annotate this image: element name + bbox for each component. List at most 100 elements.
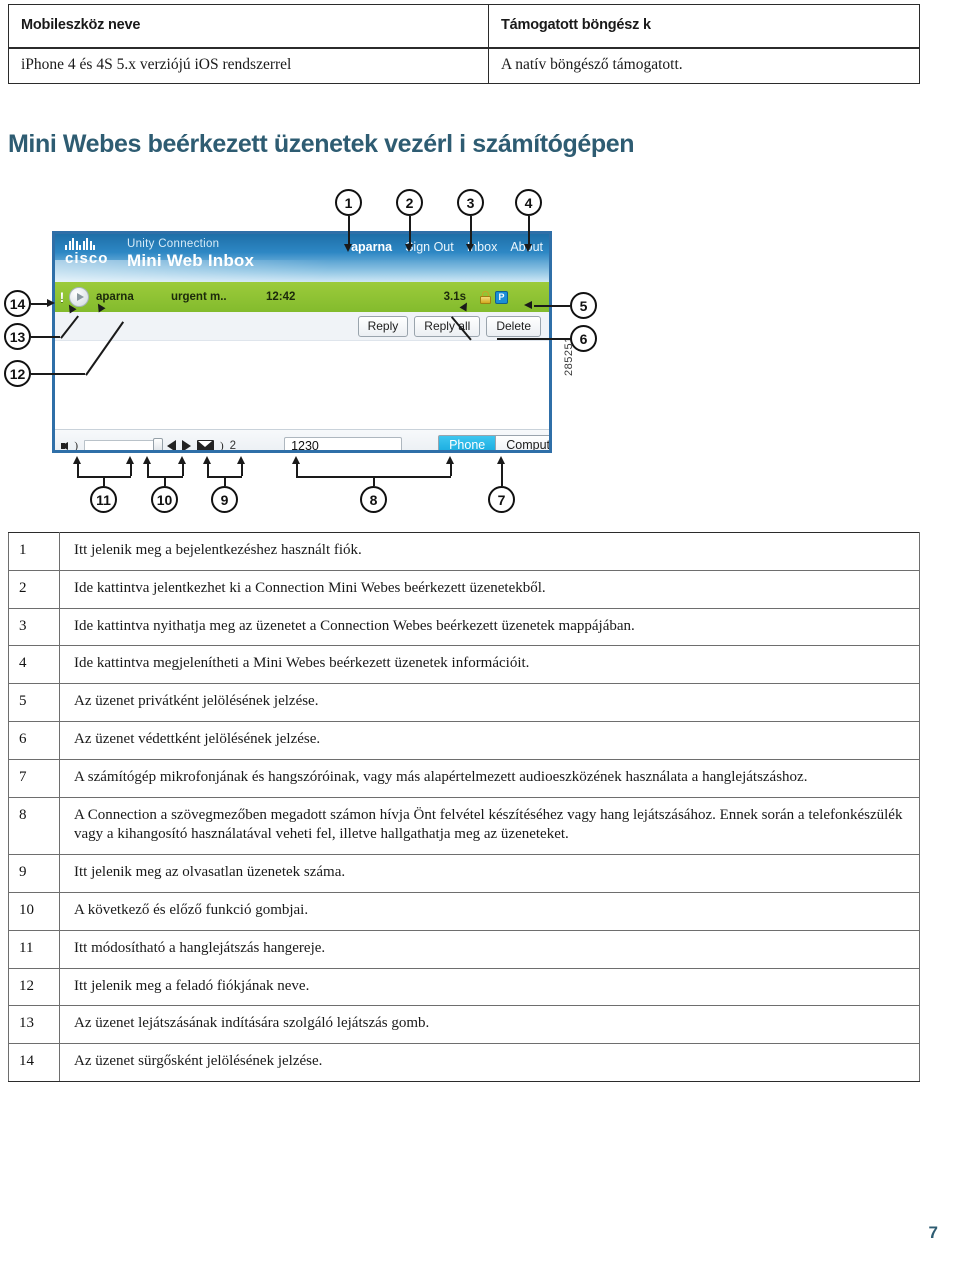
- legend-text: Az üzenet lejátszásának indítására szolg…: [59, 1005, 920, 1045]
- callout-7: 7: [488, 486, 515, 513]
- supported-browsers-table: Mobileszköz neve Támogatott böngész k iP…: [8, 4, 920, 84]
- phone-number-input[interactable]: 1230: [284, 436, 403, 450]
- page-number: 7: [928, 1223, 938, 1242]
- list-item: 13 Az üzenet lejátszásának indítására sz…: [8, 1005, 920, 1045]
- unread-count: 2: [229, 439, 237, 452]
- legend-number: 13: [8, 1005, 60, 1045]
- callout-1: 1: [335, 189, 362, 216]
- callout-2: 2: [396, 189, 423, 216]
- legend-text: Az üzenet sürgősként jelölésének jelzése…: [59, 1043, 920, 1082]
- legend-number: 2: [8, 569, 60, 609]
- legend-number: 8: [8, 796, 60, 856]
- list-item: 7 A számítógép mikrofonjának és hangszór…: [8, 758, 920, 798]
- cisco-wordmark: cisco: [65, 250, 109, 267]
- table-header-row: Mobileszköz neve Támogatott böngész k: [8, 4, 920, 49]
- lock-icon: [480, 290, 491, 304]
- app-header: cisco Unity Connection Mini Web Inbox ap…: [55, 234, 549, 282]
- legend-number: 12: [8, 967, 60, 1007]
- speaker-icon: ): [61, 439, 78, 450]
- legend-text: A következő és előző funkció gombjai.: [59, 891, 920, 931]
- callout-3: 3: [457, 189, 484, 216]
- callout-14: 14: [4, 290, 31, 317]
- cisco-logo: cisco: [65, 238, 108, 267]
- legend-number: 1: [8, 532, 60, 571]
- header-links: aparna Sign Out Inbox About: [351, 240, 543, 254]
- volume-slider[interactable]: [84, 438, 163, 450]
- legend-number: 4: [8, 645, 60, 685]
- private-icon: P: [495, 290, 508, 304]
- column-header-browser: Támogatott böngész k: [488, 4, 920, 49]
- section-heading: Mini Webes beérkezett üzenetek vezérl i …: [8, 130, 635, 158]
- callout-13: 13: [4, 323, 31, 350]
- cell-device-name: iPhone 4 és 4S 5.x verziójú iOS rendszer…: [8, 47, 489, 84]
- callout-10: 10: [151, 486, 178, 513]
- app-window-screenshot: cisco Unity Connection Mini Web Inbox ap…: [52, 231, 552, 453]
- message-subject: urgent m..: [171, 291, 227, 303]
- legend-number: 5: [8, 683, 60, 722]
- legend-text: A számítógép mikrofonjának és hangszórói…: [59, 758, 920, 798]
- urgent-icon: !: [59, 289, 65, 305]
- playback-device-selector: Phone Computer: [438, 435, 549, 450]
- legend-text: Ide kattintva megjelenítheti a Mini Webe…: [59, 645, 920, 685]
- callout-5: 5: [570, 292, 597, 319]
- next-icon[interactable]: [182, 439, 191, 450]
- legend-text: Az üzenet privátként jelölésének jelzése…: [59, 683, 920, 722]
- message-flags: P: [466, 290, 549, 304]
- legend-body: 1 Itt jelenik meg a bejelentkezéshez has…: [8, 532, 920, 1082]
- message-list-row[interactable]: ! aparna urgent m.. 12:42 3.1s P: [55, 282, 549, 312]
- table-row: iPhone 4 és 4S 5.x verziójú iOS rendszer…: [8, 47, 920, 84]
- legend-number: 14: [8, 1043, 60, 1082]
- legend-number: 6: [8, 720, 60, 760]
- message-time: 12:42: [266, 291, 296, 303]
- product-name-line2: Mini Web Inbox: [127, 251, 255, 270]
- callout-6: 6: [570, 325, 597, 352]
- legend-text: Itt jelenik meg a bejelentkezéshez haszn…: [59, 532, 920, 571]
- list-item: 10 A következő és előző funkció gombjai.: [8, 891, 920, 931]
- list-item: 14 Az üzenet sürgősként jelölésének jelz…: [8, 1043, 920, 1082]
- legend-number: 7: [8, 758, 60, 798]
- cisco-bars-icon: [65, 238, 108, 250]
- callout-11: 11: [90, 486, 117, 513]
- message-action-bar: Reply Reply all Delete: [55, 312, 549, 341]
- list-item: 3 Ide kattintva nyithatja meg az üzenete…: [8, 607, 920, 647]
- reply-all-button[interactable]: Reply all: [414, 315, 481, 337]
- segment-computer[interactable]: Computer: [496, 435, 549, 450]
- message-duration: 3.1s: [443, 291, 466, 303]
- list-item: 8 A Connection a szövegmezőben megadott …: [8, 796, 920, 856]
- segment-phone[interactable]: Phone: [438, 435, 497, 450]
- legend-text: Itt jelenik meg a feladó fiókjának neve.: [59, 967, 920, 1007]
- figure-mini-web-inbox: cisco Unity Connection Mini Web Inbox ap…: [0, 180, 620, 535]
- list-item: 9 Itt jelenik meg az olvasatlan üzenetek…: [8, 854, 920, 893]
- legend-text: Itt módosítható a hanglejátszás hangerej…: [59, 929, 920, 969]
- header-link-account[interactable]: aparna: [351, 240, 392, 254]
- list-item: 2 Ide kattintva jelentkezhet ki a Connec…: [8, 569, 920, 609]
- legend-text: A Connection a szövegmezőben megadott sz…: [59, 796, 920, 856]
- app-footer-toolbar: ) ) 2 1230 Phone Computer: [55, 429, 549, 452]
- reply-button[interactable]: Reply: [357, 315, 409, 337]
- list-item: 1 Itt jelenik meg a bejelentkezéshez has…: [8, 532, 920, 571]
- callout-8: 8: [360, 486, 387, 513]
- volume-slider-handle[interactable]: [153, 438, 163, 450]
- legend-text: Az üzenet védettként jelölésének jelzése…: [59, 720, 920, 760]
- delete-button[interactable]: Delete: [486, 315, 541, 337]
- list-item: 11 Itt módosítható a hanglejátszás hange…: [8, 929, 920, 969]
- cell-browser-support: A natív böngésző támogatott.: [488, 47, 920, 84]
- callout-4: 4: [515, 189, 542, 216]
- figure-legend-table: 1 Itt jelenik meg a bejelentkezéshez has…: [8, 532, 920, 1082]
- column-header-device: Mobileszköz neve: [8, 4, 489, 49]
- list-item: 4 Ide kattintva megjelenítheti a Mini We…: [8, 645, 920, 685]
- legend-number: 11: [8, 929, 60, 969]
- message-sender: aparna: [96, 291, 134, 303]
- legend-number: 10: [8, 891, 60, 931]
- list-item: 12 Itt jelenik meg a feladó fiókjának ne…: [8, 967, 920, 1007]
- product-name-line1: Unity Connection: [127, 238, 220, 250]
- callout-9: 9: [211, 486, 238, 513]
- legend-text: Itt jelenik meg az olvasatlan üzenetek s…: [59, 854, 920, 893]
- legend-number: 9: [8, 854, 60, 893]
- legend-number: 3: [8, 607, 60, 647]
- previous-icon[interactable]: [167, 439, 176, 450]
- envelope-sound-icon: ): [220, 439, 224, 452]
- list-item: 5 Az üzenet privátként jelölésének jelzé…: [8, 683, 920, 722]
- callout-12: 12: [4, 360, 31, 387]
- envelope-icon: [197, 439, 214, 450]
